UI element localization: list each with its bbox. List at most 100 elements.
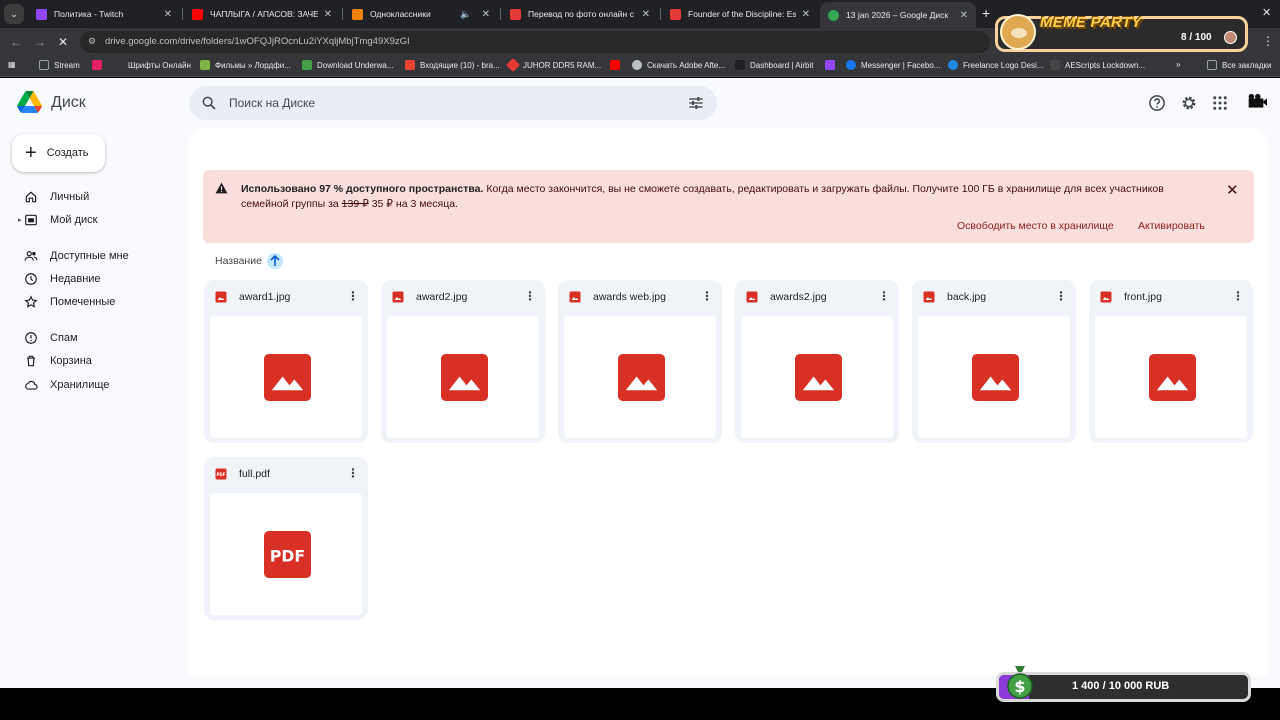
image-thumbnail-icon xyxy=(972,354,1019,401)
file-card[interactable]: awards web.jpg ⋮ xyxy=(558,280,722,443)
storage-warning-text: Использовано 97 % доступного пространств… xyxy=(241,182,1211,212)
bookmark-item[interactable]: Шрифты Онлайн xyxy=(113,60,191,70)
bookmark-item[interactable] xyxy=(610,60,625,70)
forward-icon[interactable]: → xyxy=(34,35,46,49)
back-icon[interactable]: ← xyxy=(10,35,22,49)
sidebar-item-my-drive[interactable]: Мой диск xyxy=(24,213,97,227)
bookmark-item[interactable]: AEScripts Lockdown... xyxy=(1050,60,1145,70)
more-actions-icon[interactable]: ⋮ xyxy=(1055,289,1067,303)
bookmark-item[interactable] xyxy=(825,60,840,70)
url-text[interactable]: drive.google.com/drive/folders/1wOFQJjRO… xyxy=(105,36,410,47)
file-thumbnail[interactable] xyxy=(387,316,539,438)
more-actions-icon[interactable]: ⋮ xyxy=(701,289,713,303)
image-file-icon xyxy=(923,291,935,303)
sidebar-item-home[interactable]: Личный xyxy=(24,190,89,204)
browser-tab[interactable]: ЧАПЛЫГА / АПАСОВ: ЗАЧЕМ Г ✕ xyxy=(184,3,340,25)
more-actions-icon[interactable]: ⋮ xyxy=(1232,289,1244,303)
trash-icon xyxy=(26,355,36,367)
bookmark-item[interactable]: Dashboard | Airbit xyxy=(735,60,813,70)
sidebar-item-trash[interactable]: Корзина xyxy=(24,354,92,368)
sidebar-item-shared[interactable]: Доступные мне xyxy=(24,249,129,263)
more-actions-icon[interactable]: ⋮ xyxy=(878,289,890,303)
close-tab-icon[interactable]: ✕ xyxy=(960,10,968,21)
facebook-icon xyxy=(846,60,856,70)
free-up-space-button[interactable]: Освободить место в хранилище xyxy=(957,220,1114,232)
more-actions-icon[interactable]: ⋮ xyxy=(347,466,359,480)
browser-tab[interactable]: Founder of the Discipline: Est ✕ xyxy=(662,3,818,25)
sidebar-item-label: Личный xyxy=(50,191,90,203)
help-icon[interactable] xyxy=(1148,94,1166,112)
browser-tab-active[interactable]: 13 jan 2026 – Google Диск ✕ xyxy=(820,2,976,28)
file-card[interactable]: PDF full.pdf ⋮ PDF xyxy=(204,457,368,620)
file-card[interactable]: awards2.jpg ⋮ xyxy=(735,280,899,443)
more-actions-icon[interactable]: ⋮ xyxy=(524,289,536,303)
file-thumbnail[interactable] xyxy=(210,316,362,438)
more-bookmarks-icon[interactable]: » xyxy=(1176,60,1180,69)
file-name: award1.jpg xyxy=(239,291,291,303)
sidebar-item-storage[interactable]: Хранилище xyxy=(24,378,109,392)
settings-gear-icon[interactable] xyxy=(1180,94,1198,112)
search-options-icon[interactable] xyxy=(688,96,704,110)
search-input[interactable] xyxy=(229,96,669,110)
sidebar-item-spam[interactable]: Спам xyxy=(24,331,78,345)
search-icon[interactable] xyxy=(201,95,217,111)
file-thumbnail[interactable] xyxy=(741,316,893,438)
bookmark-item[interactable]: Stream xyxy=(39,60,80,70)
file-thumbnail[interactable] xyxy=(564,316,716,438)
file-thumbnail[interactable] xyxy=(918,316,1070,438)
close-tab-icon[interactable]: ✕ xyxy=(802,9,810,20)
tab-title: Перевод по фото онлайн с ан xyxy=(528,9,636,19)
file-card[interactable]: front.jpg ⋮ xyxy=(1089,280,1253,443)
bookmark-item[interactable]: Download Underwa... xyxy=(302,60,393,70)
bookmark-item[interactable]: Фильмы » Лордфи... xyxy=(200,60,291,70)
speaker-icon: 🔈 xyxy=(460,8,472,19)
file-card[interactable]: award1.jpg ⋮ xyxy=(204,280,368,443)
file-name: award2.jpg xyxy=(416,291,468,303)
new-tab-icon[interactable]: + xyxy=(982,5,990,21)
window-close-icon[interactable]: ✕ xyxy=(1262,6,1271,19)
close-tab-icon[interactable]: ✕ xyxy=(642,9,650,20)
cloud-icon xyxy=(25,380,38,390)
file-thumbnail[interactable] xyxy=(1095,316,1247,438)
sidebar-item-starred[interactable]: Помеченные xyxy=(24,295,115,309)
bookmark-item[interactable]: Скачать Adobe Afte... xyxy=(632,60,725,70)
close-banner-icon[interactable]: ✕ xyxy=(1226,181,1239,199)
create-button[interactable]: + Создать xyxy=(12,134,105,172)
account-avatar[interactable] xyxy=(1245,92,1267,114)
home-icon xyxy=(25,191,37,203)
sidebar-item-recent[interactable]: Недавние xyxy=(24,272,101,286)
browser-tab[interactable]: Одноклассники 🔈 ✕ xyxy=(344,3,498,25)
close-tab-icon[interactable]: ✕ xyxy=(324,9,332,20)
file-card[interactable]: award2.jpg ⋮ xyxy=(381,280,545,443)
file-card[interactable]: back.jpg ⋮ xyxy=(912,280,1076,443)
spam-icon xyxy=(25,332,37,344)
browser-tab[interactable]: Перевод по фото онлайн с ан ✕ xyxy=(502,3,658,25)
activate-button[interactable]: Активировать xyxy=(1138,220,1205,232)
sort-by-name-label[interactable]: Название xyxy=(215,255,262,267)
expand-caret-icon[interactable]: ▸ xyxy=(18,216,22,224)
apps-icon[interactable]: ▦ xyxy=(8,60,16,69)
all-bookmarks[interactable]: Все закладки xyxy=(1207,60,1271,70)
bookmark-item[interactable] xyxy=(92,60,107,70)
more-actions-icon[interactable]: ⋮ xyxy=(347,289,359,303)
browser-tab[interactable]: Политика - Twitch ✕ xyxy=(28,3,180,25)
close-tab-icon[interactable]: ✕ xyxy=(164,9,172,20)
browser-menu-icon[interactable]: ⋮ xyxy=(1262,34,1274,48)
file-name: full.pdf xyxy=(239,468,270,480)
stop-loading-icon[interactable]: ✕ xyxy=(58,35,68,49)
apps-grid-icon[interactable] xyxy=(1211,94,1229,112)
bookmark-item[interactable]: Messenger | Facebo... xyxy=(846,60,940,70)
bookmark-item[interactable]: Входящие (10) - bra... xyxy=(405,60,500,70)
svg-text:$: $ xyxy=(1014,677,1025,696)
site-info-icon[interactable]: ⚙ xyxy=(88,36,99,47)
sidebar-item-label: Хранилище xyxy=(50,379,110,391)
bookmark-item[interactable]: Freelance Logo Desi... xyxy=(948,60,1044,70)
sort-direction-button[interactable] xyxy=(267,253,283,269)
file-thumbnail[interactable]: PDF xyxy=(210,493,362,615)
tab-search-button[interactable]: ⌄ xyxy=(4,4,24,24)
drive-logo-icon[interactable] xyxy=(17,91,42,113)
pdf-thumbnail-icon: PDF xyxy=(264,531,311,578)
bookmark-item[interactable]: JUHOR DDR5 RAM... xyxy=(505,57,601,73)
drive-brand[interactable]: Диск xyxy=(51,94,86,112)
close-tab-icon[interactable]: ✕ xyxy=(482,9,490,20)
